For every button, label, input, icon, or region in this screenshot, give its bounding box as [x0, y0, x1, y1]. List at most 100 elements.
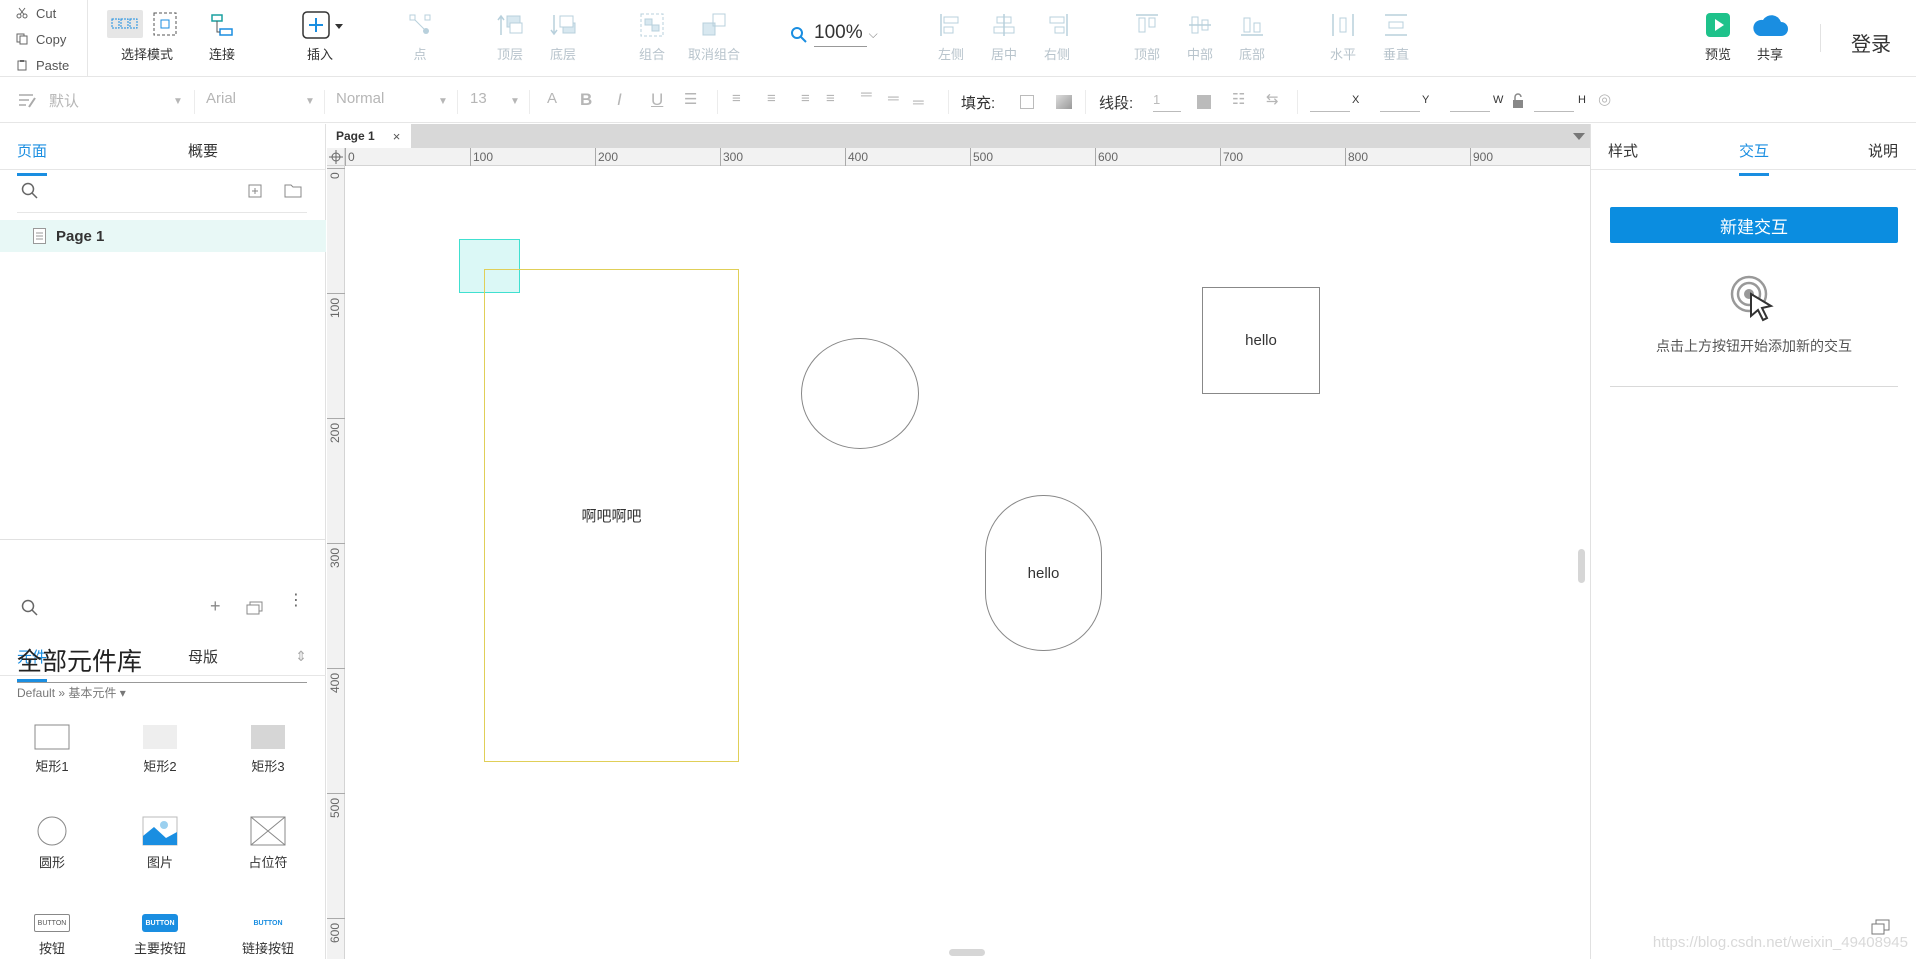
bullet-list-icon[interactable]: ☰	[684, 90, 697, 108]
more-options-icon[interactable]: ⋮	[288, 593, 304, 609]
library-copy-icon[interactable]	[246, 601, 264, 615]
align-bottom-button[interactable]: 底部	[1222, 8, 1282, 63]
paste-button[interactable]: Paste	[0, 52, 87, 78]
horizontal-scrollbar[interactable]	[949, 949, 985, 956]
format-bar: 默认 ▼ Arial ▼ Normal ▼ 13 ▼ A B I U ☰ ≡ ≡…	[0, 78, 1916, 123]
rect-light-fill-icon	[143, 725, 177, 749]
align-text-left-icon[interactable]: ≡	[732, 90, 741, 107]
add-library-icon[interactable]: +	[210, 596, 221, 617]
main-toolbar: Cut Copy Paste 选择模式 连接 插入 点 顶层 底层 组合 取消组…	[0, 0, 1916, 77]
send-bottom-button[interactable]: 底层	[533, 8, 593, 63]
library-select[interactable]: 全部元件库 ⇕	[17, 642, 307, 683]
connect-button[interactable]: 连接	[192, 8, 252, 63]
group-button[interactable]: 组合	[622, 8, 682, 63]
widget-image[interactable]: 图片	[125, 816, 195, 871]
copy-button[interactable]: Copy	[0, 26, 87, 52]
italic-icon[interactable]: I	[617, 90, 622, 110]
search-icon[interactable]	[21, 182, 39, 200]
shadow-icon[interactable]	[1056, 95, 1072, 109]
expand-panel-icon[interactable]	[1871, 919, 1891, 935]
library-breadcrumb[interactable]: Default » 基本元件 ▾	[17, 684, 126, 701]
stroke-width-input[interactable]: 1	[1153, 92, 1181, 112]
zoom-control[interactable]: 100% ⌵	[790, 22, 878, 47]
widget-label: 主要按钮	[133, 941, 186, 956]
valign-top-icon[interactable]: ═	[861, 86, 872, 103]
ruler-tick-label: 800	[1348, 150, 1369, 164]
widget-link-button[interactable]: BUTTON 链接按钮	[233, 914, 303, 957]
widget-rect3[interactable]: 矩形3	[233, 724, 303, 775]
valign-bottom-icon[interactable]: ═	[913, 94, 924, 111]
align-top-button[interactable]: 顶部	[1117, 8, 1177, 63]
widget-rect2[interactable]: 矩形2	[125, 724, 195, 775]
arrow-style-icon[interactable]: ⇆	[1266, 90, 1279, 108]
zoom-value[interactable]: 100%	[814, 22, 867, 47]
tab-style[interactable]: 样式	[1608, 140, 1638, 161]
align-text-right-icon[interactable]: ≡	[801, 90, 810, 107]
align-left-label: 左侧	[937, 47, 964, 62]
fill-color-swatch[interactable]	[1020, 95, 1034, 109]
distribute-vertical-button[interactable]: 垂直	[1366, 8, 1426, 63]
tab-notes[interactable]: 说明	[1868, 140, 1898, 161]
underline-icon[interactable]: U	[651, 90, 663, 110]
widget-placeholder[interactable]: 占位符	[233, 816, 303, 871]
align-text-center-icon[interactable]: ≡	[767, 90, 776, 107]
ungroup-button[interactable]: 取消组合	[684, 8, 744, 63]
tab-interactions[interactable]: 交互	[1739, 140, 1770, 176]
font-family-select[interactable]: Arial	[206, 90, 236, 107]
font-size-select[interactable]: 13	[470, 90, 487, 107]
width-input[interactable]	[1450, 92, 1490, 112]
widget-rect1[interactable]: 矩形1	[17, 724, 87, 775]
bold-icon[interactable]: B	[580, 90, 592, 110]
ruler-tick-label: 300	[723, 150, 744, 164]
tab-pages[interactable]: 页面	[17, 140, 48, 176]
align-left-button[interactable]: 左侧	[921, 8, 981, 63]
height-input[interactable]	[1534, 92, 1574, 112]
widget-primary-button[interactable]: BUTTON 主要按钮	[125, 914, 195, 957]
pill-shape[interactable]: hello	[985, 495, 1102, 651]
insert-button[interactable]: 插入	[290, 8, 350, 63]
divider	[194, 90, 195, 114]
page-tab[interactable]: Page 1 ×	[327, 124, 411, 148]
align-text-justify-icon[interactable]: ≡	[826, 90, 835, 107]
highlight-rectangle[interactable]: 啊吧啊吧	[484, 269, 739, 762]
ruler-tick-line	[720, 148, 721, 166]
stroke-style-icon[interactable]: ☷	[1232, 90, 1245, 108]
y-input[interactable]	[1380, 92, 1420, 112]
x-input[interactable]	[1310, 92, 1350, 112]
font-weight-select[interactable]: Normal	[336, 90, 384, 107]
add-page-icon[interactable]	[248, 184, 262, 198]
ruler-tick-line	[327, 293, 345, 294]
add-folder-icon[interactable]	[284, 183, 302, 198]
divider	[948, 90, 949, 114]
preview-button[interactable]: 预览	[1688, 8, 1748, 63]
style-painter-icon[interactable]	[17, 92, 37, 110]
widget-button[interactable]: BUTTON 按钮	[17, 914, 87, 957]
distribute-horizontal-button[interactable]: 水平	[1313, 8, 1373, 63]
text-color-icon[interactable]: A	[547, 90, 557, 107]
vertical-scrollbar[interactable]	[1578, 549, 1585, 583]
search-icon[interactable]	[21, 599, 39, 617]
page-tree-item[interactable]: Page 1	[0, 220, 326, 252]
cut-button[interactable]: Cut	[0, 0, 87, 26]
stroke-color-swatch[interactable]	[1197, 95, 1211, 109]
login-link[interactable]: 登录	[1851, 28, 1891, 57]
point-button[interactable]: 点	[390, 8, 450, 63]
style-select[interactable]: 默认	[49, 90, 79, 111]
tab-dropdown-icon[interactable]	[1573, 133, 1585, 141]
tab-outline[interactable]: 概要	[188, 140, 218, 161]
new-interaction-button[interactable]: 新建交互	[1610, 207, 1898, 243]
valign-middle-icon[interactable]: ═	[888, 90, 899, 107]
close-icon[interactable]: ×	[393, 129, 401, 144]
visibility-eye-icon[interactable]: ◎	[1598, 90, 1611, 108]
square-shape[interactable]: hello	[1202, 287, 1320, 394]
lock-icon[interactable]	[1512, 93, 1524, 109]
ruler-origin[interactable]	[327, 148, 345, 166]
select-mode-button[interactable]: 选择模式	[107, 8, 177, 63]
bring-top-button[interactable]: 顶层	[480, 8, 540, 63]
align-right-button[interactable]: 右侧	[1027, 8, 1087, 63]
share-button[interactable]: 共享	[1740, 8, 1800, 63]
align-center-button[interactable]: 居中	[974, 8, 1034, 63]
circle-shape[interactable]	[801, 338, 919, 449]
align-middle-button[interactable]: 中部	[1170, 8, 1230, 63]
widget-circle[interactable]: 圆形	[17, 816, 87, 871]
